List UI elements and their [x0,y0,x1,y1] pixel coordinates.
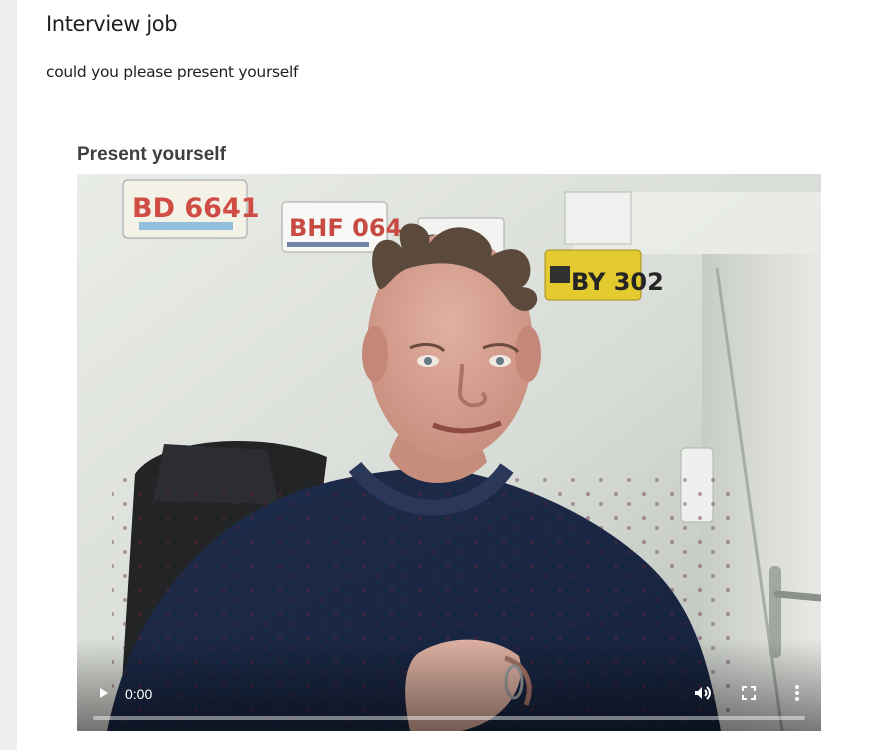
play-button[interactable] [89,681,117,709]
license-plate-icon: BD 6641 [122,179,260,239]
more-options-button[interactable] [783,681,811,709]
question-text: could you please present yourself [46,63,299,81]
svg-text:BD 6641: BD 6641 [132,193,260,224]
video-player[interactable]: BD 6641 BHF 064 1-EU BY 302 [77,174,821,731]
time-display: 0:00 [125,686,153,702]
volume-button[interactable] [688,681,716,709]
play-icon [95,685,111,705]
content-panel: Interview job could you please present y… [17,0,876,750]
fullscreen-button[interactable] [735,681,763,709]
more-vertical-icon [791,684,803,706]
video-progress-bar[interactable] [93,716,805,720]
video-title: Present yourself [77,144,226,165]
svg-text:BHF 064: BHF 064 [289,214,402,242]
volume-icon [692,683,712,707]
page-title: Interview job [46,12,178,36]
fullscreen-icon [741,685,757,705]
svg-text:BY 302: BY 302 [571,268,664,296]
video-controls: 0:00 [77,639,821,731]
